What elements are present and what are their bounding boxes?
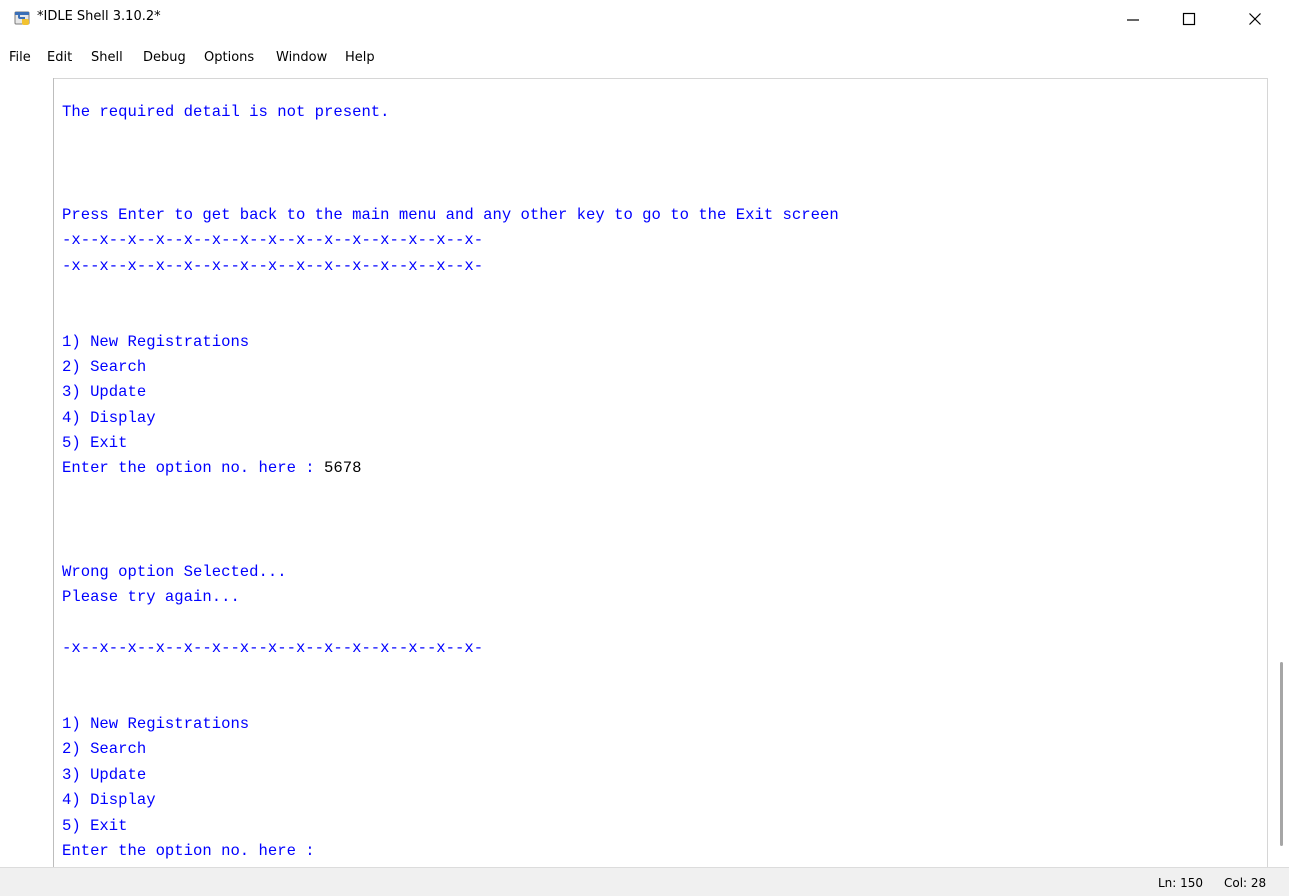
shell-line: -x--x--x--x--x--x--x--x--x--x--x--x--x--… bbox=[62, 639, 484, 657]
shell-output-area[interactable]: The required detail is not present. Pres… bbox=[0, 74, 1289, 867]
menu-debug[interactable]: Debug bbox=[143, 50, 186, 65]
minimize-button[interactable] bbox=[1110, 0, 1156, 37]
shell-line: 5) Exit bbox=[62, 434, 128, 452]
shell-line: 5) Exit bbox=[62, 817, 128, 835]
menu-window[interactable]: Window bbox=[276, 50, 327, 65]
menu-help[interactable]: Help bbox=[345, 50, 375, 65]
python-idle-icon bbox=[14, 11, 30, 25]
shell-line: -x--x--x--x--x--x--x--x--x--x--x--x--x--… bbox=[62, 231, 484, 249]
shell-line: 1) New Registrations bbox=[62, 715, 250, 733]
shell-line: The required detail is not present. bbox=[62, 103, 390, 121]
shell-line: Press Enter to get back to the main menu… bbox=[62, 206, 839, 224]
shell-line: 4) Display bbox=[62, 409, 156, 427]
shell-line: 3) Update bbox=[62, 383, 147, 401]
shell-line: -x--x--x--x--x--x--x--x--x--x--x--x--x--… bbox=[62, 257, 484, 275]
minimize-icon bbox=[1127, 18, 1139, 21]
close-button[interactable] bbox=[1232, 0, 1278, 37]
column-number-status: Col: 28 bbox=[1224, 876, 1267, 890]
menu-options[interactable]: Options bbox=[204, 50, 254, 65]
maximize-button[interactable] bbox=[1166, 0, 1212, 37]
shell-right-border bbox=[1267, 78, 1268, 867]
shell-line: 4) Display bbox=[62, 791, 156, 809]
menu-shell[interactable]: Shell bbox=[91, 50, 123, 65]
shell-line: 3) Update bbox=[62, 766, 147, 784]
shell-gutter-border bbox=[53, 78, 54, 867]
shell-line: 1) New Registrations bbox=[62, 333, 250, 351]
close-icon bbox=[1249, 12, 1261, 25]
line-number-status: Ln: 150 bbox=[1158, 876, 1204, 890]
shell-top-border bbox=[53, 78, 1267, 79]
shell-input-prompt[interactable]: Enter the option no. here : bbox=[62, 842, 315, 860]
maximize-icon bbox=[1182, 12, 1196, 25]
shell-prompt-line: Enter the option no. here : 5678 bbox=[62, 459, 361, 477]
menu-edit[interactable]: Edit bbox=[47, 50, 72, 65]
status-bar: Ln: 150 Col: 28 bbox=[0, 867, 1289, 896]
title-bar: *IDLE Shell 3.10.2* bbox=[0, 0, 1289, 37]
menu-file[interactable]: File bbox=[9, 50, 31, 65]
vertical-scrollbar-thumb[interactable] bbox=[1280, 662, 1283, 846]
shell-line: Please try again... bbox=[62, 588, 240, 606]
user-input-value: 5678 bbox=[324, 459, 362, 477]
shell-line: 2) Search bbox=[62, 358, 147, 376]
prompt-text: Enter the option no. here : bbox=[62, 459, 325, 477]
shell-line: Wrong option Selected... bbox=[62, 563, 287, 581]
window-title: *IDLE Shell 3.10.2* bbox=[37, 9, 161, 24]
menu-bar: File Edit Shell Debug Options Window Hel… bbox=[0, 46, 1289, 72]
shell-line: 2) Search bbox=[62, 740, 147, 758]
